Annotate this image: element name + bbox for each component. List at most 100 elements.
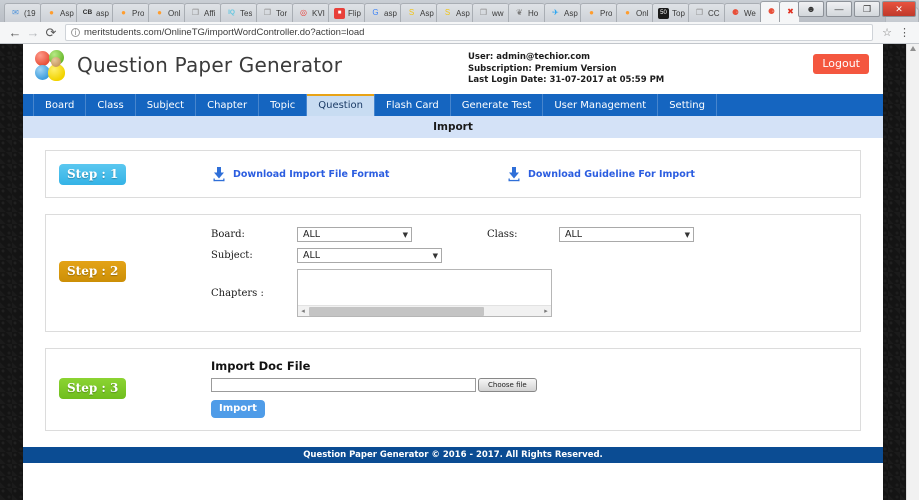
chevron-down-icon: ▼ — [432, 251, 438, 260]
address-bar[interactable]: i meritstudents.com/OnlineTG/importWordC… — [65, 24, 874, 41]
site-info-icon[interactable]: i — [71, 28, 80, 37]
subject-select-value: ALL — [303, 250, 321, 261]
browser-tab[interactable]: Gasp — [364, 3, 401, 22]
scroll-left-arrow-icon[interactable]: ◂ — [298, 306, 308, 317]
download-icon — [211, 166, 227, 182]
forward-icon[interactable]: → — [24, 25, 42, 40]
browser-tab[interactable]: ❐ CC — [688, 3, 725, 22]
browser-tab[interactable]: S Asp — [436, 3, 473, 22]
browser-tab[interactable]: ● Pro — [580, 3, 617, 22]
file-path-input[interactable] — [211, 378, 476, 392]
nav-item-subject[interactable]: Subject — [136, 94, 197, 116]
browser-tab[interactable]: ❦ Ho — [508, 3, 545, 22]
site-container: Question Paper Generator User: admin@tec… — [23, 44, 883, 500]
browser-tab-label: CC — [708, 8, 720, 18]
last-login-line: Last Login Date: 31-07-2017 at 05:59 PM — [468, 75, 665, 85]
browser-tab[interactable]: ● Asp — [40, 3, 77, 22]
minimize-button[interactable]: — — [826, 1, 852, 17]
page-icon: ❐ — [263, 8, 272, 17]
scroll-right-arrow-icon[interactable]: ▸ — [541, 306, 551, 317]
browser-tab[interactable]: ● Onl — [616, 3, 653, 22]
browser-tab[interactable]: ⚈ — [760, 1, 780, 22]
nav-item-generate-test[interactable]: Generate Test — [451, 94, 544, 116]
browser-tab-label: Top — [672, 8, 685, 18]
scroll-up-arrow-icon[interactable] — [910, 46, 916, 51]
browser-tab[interactable]: ✖ — [779, 1, 799, 22]
browser-tab[interactable]: ◎ KVI — [292, 3, 329, 22]
chapters-horizontal-scrollbar[interactable]: ◂ ▸ — [298, 305, 551, 316]
nav-item-label: Topic — [270, 99, 296, 111]
page-vertical-scrollbar[interactable] — [906, 44, 919, 500]
chevron-down-icon: ▼ — [684, 230, 690, 239]
browser-tab[interactable]: ❐ Tor — [256, 3, 293, 22]
browser-tab-label: Pro — [132, 8, 145, 18]
close-window-button[interactable]: ✕ — [882, 1, 916, 17]
maximize-button[interactable]: ❐ — [854, 1, 880, 17]
logo-icon — [35, 50, 69, 81]
back-icon[interactable]: ← — [6, 25, 24, 40]
browser-tab[interactable]: ❐ ww — [472, 3, 509, 22]
step2-panel: Step : 2 Board: ALL ▼ Class: ALL ▼ Subje… — [45, 214, 861, 332]
board-select[interactable]: ALL ▼ — [297, 227, 412, 242]
flipkart-icon: ■ — [334, 7, 345, 19]
brand[interactable]: Question Paper Generator — [35, 50, 342, 81]
browser-tab-label: Tes — [240, 8, 253, 18]
browser-tab[interactable]: CB asp — [76, 3, 113, 22]
nav-item-label: Board — [45, 99, 75, 111]
subject-select[interactable]: ALL ▼ — [297, 248, 442, 263]
download-guideline-label: Download Guideline For Import — [528, 168, 695, 180]
browser-tab[interactable]: ⚈ We — [724, 3, 761, 22]
board-class-row: Board: ALL ▼ Class: ALL ▼ — [211, 227, 860, 242]
choose-file-button[interactable]: Choose file — [478, 378, 537, 392]
reload-icon[interactable]: ⟳ — [42, 25, 60, 41]
nav-item-chapter[interactable]: Chapter — [196, 94, 260, 116]
browser-tab-label: Asp — [60, 8, 74, 18]
nav-item-label: Setting — [669, 99, 705, 111]
step1-panel: Step : 1 Download Import File Format Dow… — [45, 150, 861, 198]
class-select[interactable]: ALL ▼ — [559, 227, 694, 242]
import-button[interactable]: Import — [211, 400, 265, 418]
browser-tab[interactable]: ● Pro — [112, 3, 149, 22]
class-select-value: ALL — [565, 229, 583, 240]
nav-item-setting[interactable]: Setting — [658, 94, 717, 116]
board-select-value: ALL — [303, 229, 321, 240]
step3-panel: Step : 3 Import Doc File Choose file Imp… — [45, 348, 861, 431]
browser-tab[interactable]: ✈ Asp — [544, 3, 581, 22]
nav-item-board[interactable]: Board — [33, 94, 87, 116]
firefox-icon: ● — [49, 8, 54, 17]
browser-tab[interactable]: IQ Tes — [220, 3, 257, 22]
download-guideline-link[interactable]: Download Guideline For Import — [506, 166, 695, 182]
nav-item-question[interactable]: Question — [307, 94, 375, 116]
browser-tab-label: ww — [492, 8, 504, 18]
firefox-icon: ● — [589, 8, 594, 17]
bookmark-star-icon[interactable]: ☆ — [878, 26, 896, 39]
browser-tab[interactable]: 50 Top — [652, 3, 689, 22]
download-import-file-format-label: Download Import File Format — [233, 168, 390, 180]
download-import-file-format-link[interactable]: Download Import File Format — [211, 166, 506, 182]
browser-tab[interactable]: ✉ (19 — [4, 3, 41, 22]
chapters-listbox[interactable]: ◂ ▸ — [297, 269, 552, 317]
browser-window: ✉ (19 ● Asp CB asp ● Pro ● Onl ❐ Affi IQ Tes ❐ Tor ◎ KVI ■… — [0, 0, 919, 500]
firefox-icon: ● — [625, 8, 630, 17]
subscription-line: Subscription: Premium Version — [468, 63, 617, 74]
browser-tab[interactable]: S Asp — [400, 3, 437, 22]
account-button[interactable]: ☻ — [798, 1, 824, 17]
nav-item-topic[interactable]: Topic — [259, 94, 308, 116]
step3-form: Import Doc File Choose file Import — [211, 359, 537, 418]
nav-item-label: Subject — [146, 99, 185, 111]
qpg-icon: ⚈ — [767, 7, 776, 16]
nav-item-class[interactable]: Class — [86, 94, 136, 116]
browser-tab[interactable]: ❐ Affi — [184, 3, 221, 22]
nav-item-user-management[interactable]: User Management — [543, 94, 659, 116]
browser-menu-icon[interactable]: ⋮ — [896, 27, 913, 38]
browser-tab[interactable]: ● Onl — [148, 3, 185, 22]
mail-icon: ✉ — [12, 8, 19, 17]
nav-item-flash-card[interactable]: Flash Card — [375, 94, 451, 116]
fifty-icon: 50 — [658, 7, 669, 19]
step2-form: Board: ALL ▼ Class: ALL ▼ Subject: ALL ▼… — [211, 225, 860, 317]
logout-button[interactable]: Logout — [813, 54, 869, 74]
browser-tab[interactable]: ■ Flip — [328, 3, 365, 22]
main-navigation: Board Class Subject Chapter Topic Question Fla… — [23, 94, 883, 116]
scrollbar-thumb[interactable] — [309, 306, 484, 316]
browser-tab-label: Asp — [564, 8, 578, 18]
